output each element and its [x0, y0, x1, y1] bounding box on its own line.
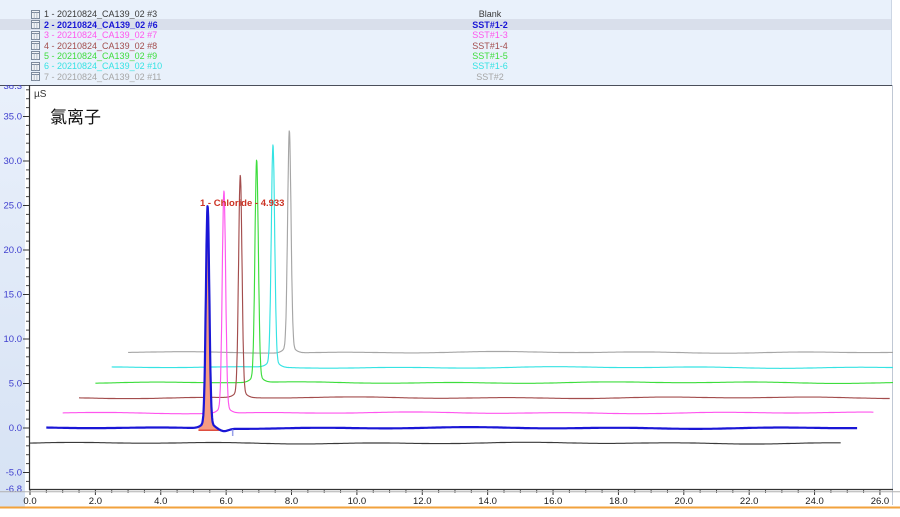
chromatogram-file-icon — [31, 20, 40, 29]
y-tick-label: -5.0 — [6, 468, 22, 479]
peak-label: 1 - Chloride - 4.933 — [200, 198, 284, 209]
x-tick-label: 16.0 — [544, 496, 563, 507]
chromatogram-file-icon — [31, 62, 40, 71]
injection-name: 3 - 20210824_CA139_02 #7 — [44, 30, 157, 40]
injection-row-6[interactable]: 6 - 20210824_CA139_02 #10 SST#1-6 — [0, 61, 891, 71]
sample-name: SST#1-5 — [448, 51, 532, 61]
x-tick-label: 10.0 — [348, 496, 367, 507]
y-tick-label: 10.0 — [4, 334, 23, 345]
injection-name: 2 - 20210824_CA139_02 #6 — [44, 20, 158, 30]
injection-row-7[interactable]: 7 - 20210824_CA139_02 #11 SST#2 — [0, 72, 891, 82]
trace-6 — [112, 145, 894, 368]
x-tick-label: 12.0 — [413, 496, 432, 507]
trace-3 — [63, 191, 874, 414]
y-axis-unit: µS — [34, 89, 47, 100]
sample-name: Blank — [448, 9, 532, 19]
sample-name: SST#1-2 — [448, 20, 532, 30]
injection-name: 1 - 20210824_CA139_02 #3 — [44, 9, 157, 19]
x-tick-label: 4.0 — [154, 496, 167, 507]
injection-row-4[interactable]: 4 - 20210824_CA139_02 #8 SST#1-4 — [0, 40, 891, 50]
sample-name: SST#2 — [448, 72, 532, 82]
injection-row-3[interactable]: 3 - 20210824_CA139_02 #7 SST#1-3 — [0, 30, 891, 40]
y-tick-label: 15.0 — [4, 290, 23, 301]
x-tick-label: 0.0 — [23, 496, 36, 507]
injection-name: 4 - 20210824_CA139_02 #8 — [44, 41, 157, 51]
x-axis: 0.0 2.0 4.0 6.0 8.0 10.0 12.0 14.0 16.0 18.0 20.0 2… — [23, 490, 889, 507]
x-tick-label: 24.0 — [805, 496, 824, 507]
chromatogram-file-icon — [31, 41, 40, 50]
x-tick-label: 6.0 — [220, 496, 233, 507]
y-tick-label: 0.0 — [9, 423, 22, 434]
sample-name: SST#1-3 — [448, 30, 532, 40]
y-tick-label: 5.0 — [9, 379, 22, 390]
trace-1 — [30, 442, 841, 444]
y-tick-label: 30.0 — [4, 156, 23, 167]
chart-title: 氯离子 — [50, 108, 101, 127]
injection-row-5[interactable]: 5 - 20210824_CA139_02 #9 SST#1-5 — [0, 51, 891, 61]
chromatogram-file-icon — [31, 10, 40, 19]
chromatogram-file-icon — [31, 72, 40, 81]
chromatogram-file-icon — [31, 51, 40, 60]
x-tick-label: 14.0 — [478, 496, 497, 507]
x-tick-label: 26.0 — [871, 496, 890, 507]
injection-name: 5 - 20210824_CA139_02 #9 — [44, 51, 157, 61]
chromatogram-file-icon — [31, 31, 40, 40]
injection-list: 1 - 20210824_CA139_02 #3Blank2 - 2021082… — [0, 0, 892, 85]
x-tick-label: 20.0 — [675, 496, 694, 507]
injection-name: 7 - 20210824_CA139_02 #11 — [44, 72, 161, 82]
x-tick-label: 2.0 — [89, 496, 102, 507]
injection-row-2[interactable]: 2 - 20210824_CA139_02 #6 SST#1-2 — [0, 19, 891, 29]
y-min-label: -6.8 — [6, 484, 22, 495]
y-tick-label: 20.0 — [4, 245, 23, 256]
x-tick-label: 18.0 — [609, 496, 628, 507]
x-tick-label: 8.0 — [285, 496, 298, 507]
y-tick-label: 25.0 — [4, 201, 23, 212]
injection-name: 6 - 20210824_CA139_02 #10 — [44, 61, 162, 71]
y-tick-label: 35.0 — [4, 112, 23, 123]
injection-row-1[interactable]: 1 - 20210824_CA139_02 #3 Blank — [0, 9, 891, 19]
sample-name: SST#1-6 — [448, 61, 532, 71]
trace-5 — [95, 160, 893, 383]
x-tick-label: 22.0 — [740, 496, 759, 507]
sample-name: SST#1-4 — [448, 41, 532, 51]
traces — [30, 131, 894, 444]
